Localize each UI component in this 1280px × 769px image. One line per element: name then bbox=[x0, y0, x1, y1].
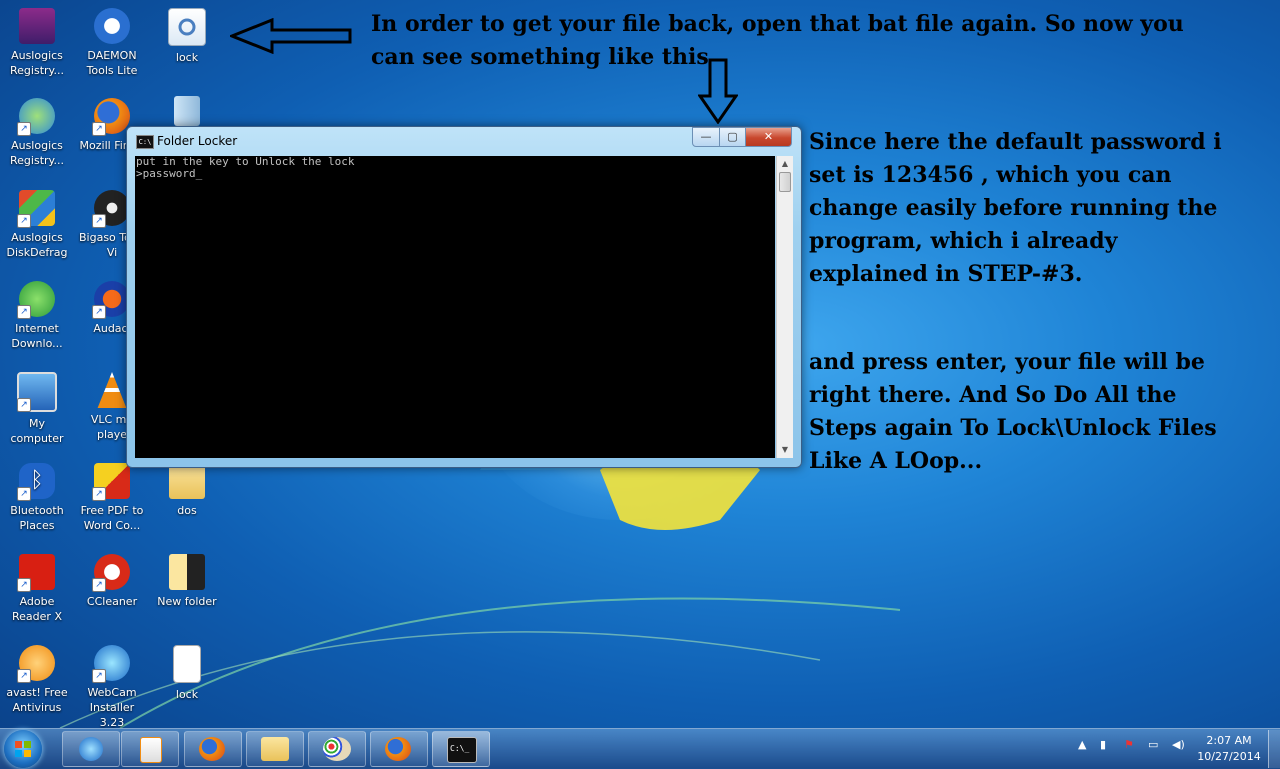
shortcut-arrow-icon: ↗ bbox=[92, 578, 106, 592]
desktop-icon-lock-top[interactable]: lock bbox=[151, 8, 223, 65]
taskbar-ie[interactable] bbox=[62, 731, 120, 767]
desktop-icon-free-pdf[interactable]: ↗ Free PDF to Word Co... bbox=[76, 463, 148, 533]
minimize-button[interactable]: — bbox=[692, 127, 720, 147]
desktop-icon-my-computer[interactable]: ↗ My computer bbox=[1, 372, 73, 446]
firefox-icon: ↗ bbox=[92, 98, 130, 136]
shortcut-arrow-icon: ↗ bbox=[17, 305, 31, 319]
scroll-up-icon[interactable]: ▲ bbox=[777, 156, 793, 172]
auslogics-icon: ↗ bbox=[17, 98, 55, 136]
daemon-tools-icon bbox=[94, 8, 130, 44]
annotation-enter: and press enter, your file will be right… bbox=[809, 349, 1217, 474]
shortcut-arrow-icon: ↗ bbox=[92, 122, 106, 136]
maximize-button[interactable]: ▢ bbox=[719, 127, 746, 147]
webcam-globe-icon: ↗ bbox=[92, 645, 130, 683]
scroll-thumb[interactable] bbox=[779, 172, 791, 192]
close-button[interactable]: ✕ bbox=[745, 127, 792, 147]
media-player-icon bbox=[140, 737, 162, 763]
windows-flag-icon bbox=[15, 741, 31, 757]
avast-icon: ↗ bbox=[17, 645, 55, 683]
power-icon[interactable]: ▭ bbox=[1148, 738, 1158, 751]
taskbar-firefox-1[interactable] bbox=[184, 731, 242, 767]
shortcut-arrow-icon: ↗ bbox=[92, 305, 106, 319]
vertical-scrollbar[interactable]: ▲ ▼ bbox=[776, 156, 793, 458]
folder-icon bbox=[169, 554, 205, 590]
desktop-icon-webcam[interactable]: ↗ WebCam Installer 3.23 bbox=[76, 645, 148, 730]
annotation-top: In order to get your file back, open tha… bbox=[371, 11, 1184, 70]
shortcut-arrow-icon: ↗ bbox=[17, 214, 31, 228]
taskbar-media-player[interactable] bbox=[121, 731, 179, 767]
scroll-down-icon[interactable]: ▼ bbox=[777, 442, 793, 458]
shortcut-arrow-icon: ↗ bbox=[92, 487, 106, 501]
desktop-icon-diskdefrag[interactable]: ↗ Auslogics DiskDefrag bbox=[1, 190, 73, 260]
volume-icon[interactable]: ◀) bbox=[1172, 738, 1185, 751]
folder-icon bbox=[169, 463, 205, 499]
paint-palette-icon bbox=[323, 737, 351, 761]
start-button[interactable] bbox=[4, 730, 42, 768]
command-prompt-icon: C:\_ bbox=[447, 737, 477, 763]
firefox-icon bbox=[385, 737, 411, 761]
shortcut-arrow-icon: ↗ bbox=[17, 669, 31, 683]
network-icon[interactable]: ▮ bbox=[1100, 738, 1106, 751]
show-desktop-button[interactable] bbox=[1268, 730, 1280, 768]
desktop-icon-winrar[interactable]: Auslogics Registry... bbox=[1, 8, 73, 78]
pdf-to-word-icon: ↗ bbox=[92, 463, 130, 501]
disk-defrag-icon: ↗ bbox=[17, 190, 55, 228]
folder-icon bbox=[261, 737, 289, 761]
desktop-icon-new-folder[interactable]: New folder bbox=[151, 554, 223, 609]
shortcut-arrow-icon: ↗ bbox=[92, 669, 106, 683]
desktop-icon-dos[interactable]: dos bbox=[151, 463, 223, 518]
film-reel-icon: ↗ bbox=[92, 190, 130, 228]
recycle-bin-icon bbox=[174, 96, 200, 126]
desktop-icon-daemon-tools[interactable]: DAEMON Tools Lite bbox=[76, 8, 148, 78]
left-arrow-icon bbox=[230, 18, 352, 54]
folder-locker-window[interactable]: C:\ Folder Locker — ▢ ✕ put in the key t… bbox=[126, 126, 802, 468]
desktop-icon-adobe-reader[interactable]: ↗ Adobe Reader X bbox=[1, 554, 73, 624]
clock-date: 10/27/2014 bbox=[1197, 750, 1261, 763]
globe-icon: ↗ bbox=[17, 281, 55, 319]
annotation-password: Since here the default password i set is… bbox=[809, 129, 1222, 287]
shortcut-arrow-icon: ↗ bbox=[17, 487, 31, 501]
taskbar-command-prompt[interactable]: C:\_ bbox=[432, 731, 490, 767]
window-title: Folder Locker bbox=[157, 134, 238, 148]
audacity-icon: ↗ bbox=[92, 281, 130, 319]
ccleaner-icon: ↗ bbox=[92, 554, 130, 592]
taskbar-paint[interactable] bbox=[308, 731, 366, 767]
console-input-line[interactable]: >password_ bbox=[135, 168, 775, 180]
gear-file-icon bbox=[168, 8, 206, 46]
shortcut-arrow-icon: ↗ bbox=[92, 214, 106, 228]
shortcut-arrow-icon: ↗ bbox=[17, 578, 31, 592]
internet-explorer-icon bbox=[79, 737, 103, 761]
adobe-reader-icon: ↗ bbox=[17, 554, 55, 592]
clock-time: 2:07 AM bbox=[1206, 734, 1252, 747]
console-area[interactable]: put in the key to Unlock the lock >passw… bbox=[135, 156, 775, 458]
desktop-icon-bluetooth[interactable]: ᛒ ↗ Bluetooth Places bbox=[1, 463, 73, 533]
console-icon: C:\ bbox=[136, 135, 154, 149]
desktop-icon-lock-bottom[interactable]: lock bbox=[151, 645, 223, 702]
taskbar-explorer[interactable] bbox=[246, 731, 304, 767]
desktop-icon-auslogics-registry[interactable]: ↗ Auslogics Registry... bbox=[1, 98, 73, 168]
show-hidden-icons[interactable]: ▲ bbox=[1078, 738, 1086, 751]
desktop-icon-ccleaner[interactable]: ↗ CCleaner bbox=[76, 554, 148, 609]
vlc-cone-icon bbox=[97, 372, 127, 408]
desktop-icon-recycle-bin[interactable] bbox=[151, 96, 223, 130]
firefox-icon bbox=[199, 737, 225, 761]
computer-icon: ↗ bbox=[17, 372, 57, 412]
console-prompt-line: put in the key to Unlock the lock bbox=[136, 155, 355, 168]
winrar-icon bbox=[19, 8, 55, 44]
desktop-icon-avast[interactable]: ↗ avast! Free Antivirus bbox=[1, 645, 73, 715]
desktop-icon-internet-download[interactable]: ↗ Internet Downlo... bbox=[1, 281, 73, 351]
bluetooth-icon: ᛒ ↗ bbox=[17, 463, 55, 501]
shortcut-arrow-icon: ↗ bbox=[17, 398, 31, 412]
text-file-icon bbox=[173, 645, 201, 683]
taskbar-firefox-2[interactable] bbox=[370, 731, 428, 767]
taskbar-clock[interactable]: 2:07 AM 10/27/2014 bbox=[1196, 733, 1262, 765]
shortcut-arrow-icon: ↗ bbox=[17, 122, 31, 136]
action-center-flag-icon[interactable]: ⚑ bbox=[1124, 738, 1134, 751]
